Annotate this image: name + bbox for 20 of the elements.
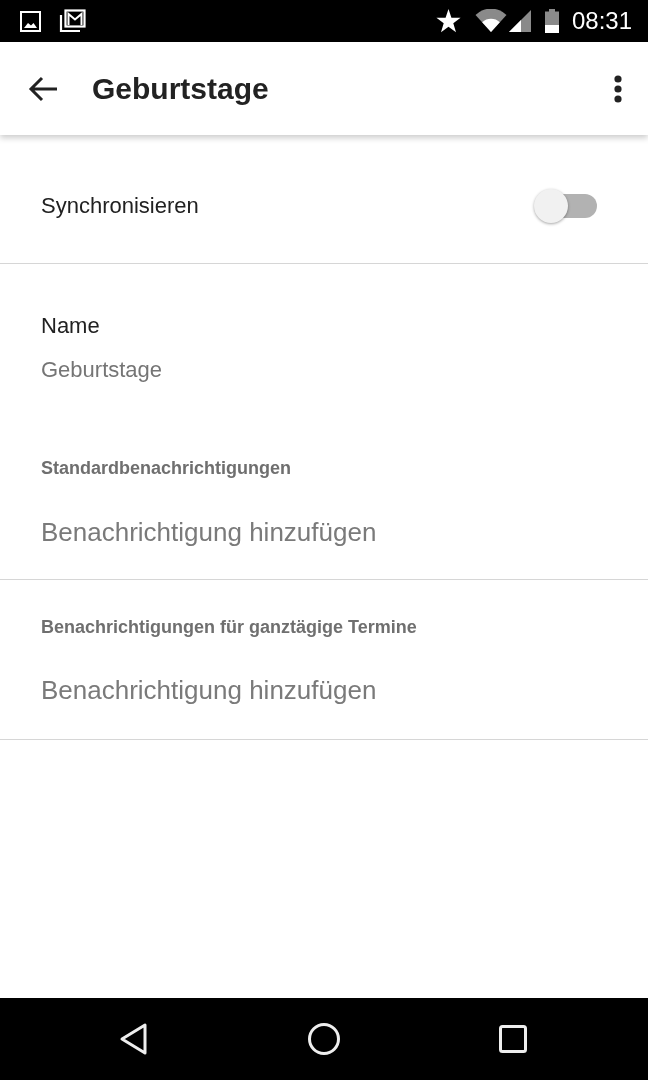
star-icon (435, 9, 461, 33)
circle-home-icon (307, 1022, 341, 1056)
add-notification-item[interactable]: Benachrichtigung hinzufügen (41, 674, 377, 706)
vertical-dots-icon (614, 74, 622, 103)
battery-icon (544, 9, 559, 33)
sync-switch[interactable] (534, 188, 598, 224)
page-title: Geburtstage (92, 70, 270, 107)
signal-icon (508, 10, 531, 32)
square-recents-icon (496, 1022, 530, 1056)
status-time: 08:31 (571, 7, 632, 35)
add-notification-item[interactable]: Benachrichtigung hinzufügen (41, 516, 377, 548)
name-label: Name (41, 312, 101, 340)
wifi-icon (474, 9, 507, 33)
back-arrow-icon (28, 75, 58, 102)
section-heading: Benachrichtigungen für ganztägige Termine (41, 616, 417, 639)
name-value: Geburtstage (41, 356, 164, 384)
section-heading: Standardbenachrichtigungen (41, 457, 292, 480)
image-icon (20, 10, 41, 32)
envelope-icon (59, 9, 86, 33)
sync-label: Synchronisieren (41, 192, 199, 220)
